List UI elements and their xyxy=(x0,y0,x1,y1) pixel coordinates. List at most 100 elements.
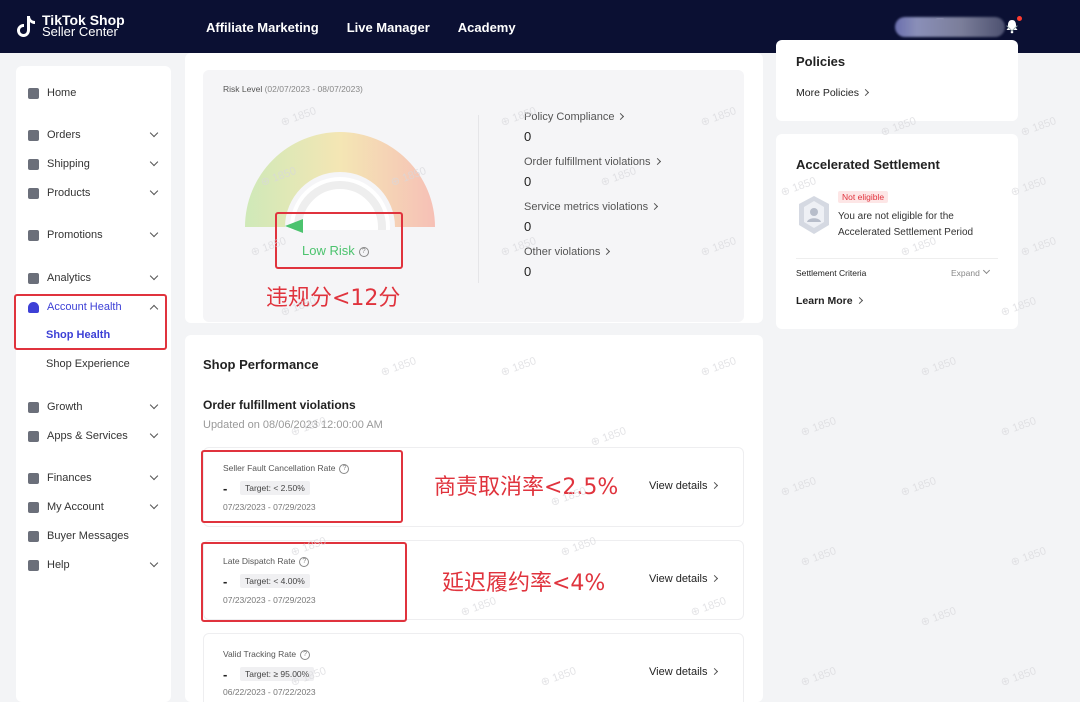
view-details-link[interactable]: View details xyxy=(649,573,718,585)
chevron-down-icon xyxy=(149,157,159,167)
risk-level-title: Risk Level (02/07/2023 - 08/07/2023) xyxy=(223,84,363,94)
medal-icon xyxy=(28,401,39,413)
chevron-down-icon xyxy=(149,400,159,410)
nav-affiliate-marketing[interactable]: Affiliate Marketing xyxy=(206,20,319,35)
not-eligible-message: You are not eligible for the Accelerated… xyxy=(838,211,974,238)
more-policies-link[interactable]: More Policies xyxy=(796,87,870,99)
sidebar-item-promotions[interactable]: Promotions xyxy=(16,224,171,246)
chevron-down-icon xyxy=(149,186,159,196)
annotation-violation-score: 违规分<12分 xyxy=(266,286,401,311)
medal-badge-icon xyxy=(797,195,831,240)
divider xyxy=(478,115,479,283)
chevron-right-icon xyxy=(855,296,863,304)
chevron-right-icon xyxy=(710,667,718,675)
chat-icon xyxy=(28,530,39,542)
sidebar-item-home[interactable]: Home xyxy=(16,82,171,104)
chevron-right-icon xyxy=(710,481,718,489)
watermark: ⊕ 1850 xyxy=(799,545,838,569)
policy-compliance-value: 0 xyxy=(524,129,532,144)
user-icon xyxy=(28,501,39,513)
sidebar-item-my-account[interactable]: My Account xyxy=(16,496,171,518)
order-fulfillment-violations-link[interactable]: Order fulfillment violations xyxy=(524,156,661,168)
policies-title: Policies xyxy=(796,54,846,69)
tiktok-shop-logo[interactable]: TikTok Shop Seller Center xyxy=(16,13,125,39)
sidebar: Home Orders Shipping Products Promotions… xyxy=(16,66,171,702)
watermark: ⊕ 1850 xyxy=(919,605,958,629)
nav-academy[interactable]: Academy xyxy=(458,20,516,35)
sidebar-item-growth[interactable]: Growth xyxy=(16,396,171,418)
watermark: ⊕ 1850 xyxy=(1019,115,1058,139)
divider xyxy=(796,258,998,259)
annotation-box-account-health xyxy=(14,294,167,350)
tiktok-logo-icon xyxy=(16,14,36,38)
account-avatar[interactable] xyxy=(895,17,1005,37)
top-nav: Affiliate Marketing Live Manager Academy xyxy=(206,20,516,35)
notification-dot xyxy=(1017,16,1022,21)
metric-label: Valid Tracking Rate? xyxy=(223,649,311,660)
shop-performance-title: Shop Performance xyxy=(203,357,319,372)
watermark: ⊕ 1850 xyxy=(899,475,938,499)
sidebar-subitem-shop-experience[interactable]: Shop Experience xyxy=(46,358,130,370)
chevron-down-icon xyxy=(149,128,159,138)
policy-compliance-link[interactable]: Policy Compliance xyxy=(524,111,625,123)
service-metrics-violations-link[interactable]: Service metrics violations xyxy=(524,201,659,213)
sidebar-item-finances[interactable]: Finances xyxy=(16,467,171,489)
chevron-right-icon xyxy=(651,202,659,210)
watermark: ⊕ 1850 xyxy=(779,475,818,499)
view-details-link[interactable]: View details xyxy=(649,666,718,678)
chevron-down-icon xyxy=(982,267,990,275)
learn-more-link[interactable]: Learn More xyxy=(796,295,863,307)
annotation-seller-fault: 商责取消率<2.5% xyxy=(434,475,619,500)
home-icon xyxy=(28,87,39,99)
chevron-right-icon xyxy=(617,112,625,120)
updated-timestamp: Updated on 08/06/2023 12:00:00 AM xyxy=(203,419,383,431)
megaphone-icon xyxy=(28,229,39,241)
metric-target-badge: Target: ≥ 95.00% xyxy=(240,667,315,681)
view-details-link[interactable]: View details xyxy=(649,480,718,492)
apps-icon xyxy=(28,430,39,442)
chevron-down-icon xyxy=(149,500,159,510)
sidebar-item-products[interactable]: Products xyxy=(16,182,171,204)
watermark: ⊕ 1850 xyxy=(1009,545,1048,569)
wallet-icon xyxy=(28,472,39,484)
watermark: ⊕ 1850 xyxy=(999,665,1038,689)
chevron-right-icon xyxy=(603,247,611,255)
watermark: ⊕ 1850 xyxy=(999,415,1038,439)
other-violations-value: 0 xyxy=(524,264,532,279)
not-eligible-badge: Not eligible xyxy=(838,191,889,203)
chevron-down-icon xyxy=(149,429,159,439)
watermark: ⊕ 1850 xyxy=(1019,235,1058,259)
annotation-box-seller-fault xyxy=(201,450,403,523)
chevron-right-icon xyxy=(861,88,870,96)
settlement-criteria-label: Settlement Criteria xyxy=(796,268,867,278)
chevron-down-icon xyxy=(149,471,159,481)
other-violations-link[interactable]: Other violations xyxy=(524,246,611,258)
chevron-right-icon xyxy=(710,574,718,582)
watermark: ⊕ 1850 xyxy=(919,355,958,379)
sidebar-item-analytics[interactable]: Analytics xyxy=(16,267,171,289)
policies-card xyxy=(776,40,1018,121)
service-metrics-violations-value: 0 xyxy=(524,219,532,234)
logo-line2: Seller Center xyxy=(42,24,118,39)
annotation-late-dispatch: 延迟履约率<4% xyxy=(442,571,606,596)
nav-live-manager[interactable]: Live Manager xyxy=(347,20,430,35)
sidebar-item-orders[interactable]: Orders xyxy=(16,124,171,146)
truck-icon xyxy=(28,158,39,170)
sidebar-item-buyer-messages[interactable]: Buyer Messages xyxy=(16,525,171,547)
sidebar-item-apps-services[interactable]: Apps & Services xyxy=(16,425,171,447)
chevron-right-icon xyxy=(653,157,661,165)
chevron-down-icon xyxy=(149,228,159,238)
chart-icon xyxy=(28,272,39,284)
watermark: ⊕ 1850 xyxy=(799,415,838,439)
expand-toggle[interactable]: Expand xyxy=(951,267,990,278)
order-fulfillment-violations-value: 0 xyxy=(524,174,532,189)
annotation-box-low-risk xyxy=(275,212,403,269)
sidebar-item-shipping[interactable]: Shipping xyxy=(16,153,171,175)
orders-icon xyxy=(28,129,39,141)
watermark: ⊕ 1850 xyxy=(799,665,838,689)
sidebar-item-help[interactable]: Help xyxy=(16,554,171,576)
order-fulfillment-subtitle: Order fulfillment violations xyxy=(203,398,356,412)
question-icon[interactable]: ? xyxy=(300,649,311,660)
accelerated-settlement-title: Accelerated Settlement xyxy=(796,157,940,172)
chevron-down-icon xyxy=(149,271,159,281)
